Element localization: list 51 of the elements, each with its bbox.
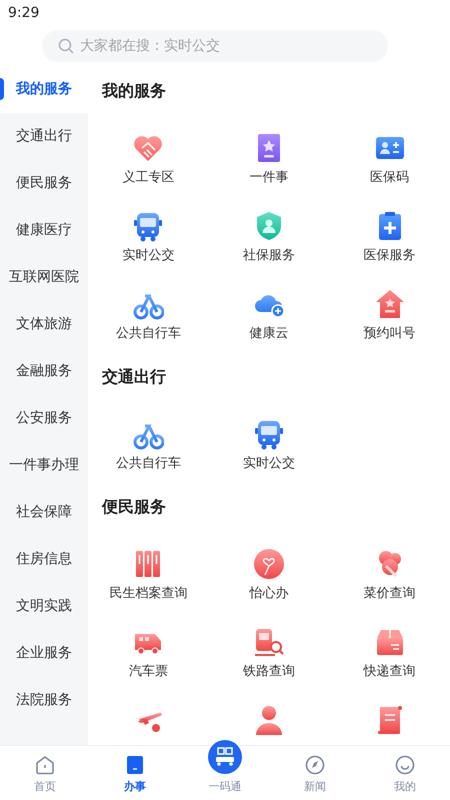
service-item[interactable]: 公共自行车 bbox=[116, 418, 181, 474]
section-title: 我的服务 bbox=[100, 80, 167, 102]
home-icon bbox=[34, 754, 56, 776]
service-item[interactable]: 怡心办 bbox=[249, 548, 288, 604]
section-title: 交通出行 bbox=[101, 366, 167, 388]
service-item[interactable]: 汽车票 bbox=[128, 626, 168, 682]
sidebar-item[interactable]: 互联网医院 bbox=[0, 254, 88, 301]
service-item[interactable]: 公共自行车 bbox=[116, 288, 181, 344]
heart-circle-icon bbox=[252, 548, 285, 580]
sidebar-item[interactable]: 文明实践 bbox=[0, 583, 88, 630]
service-item[interactable]: 一件事 bbox=[249, 132, 288, 188]
tab-item[interactable]: 我的 bbox=[360, 746, 450, 800]
tab-item[interactable]: 首页 bbox=[0, 746, 90, 800]
service-item[interactable]: 实时公交 bbox=[242, 418, 295, 474]
service-item[interactable]: 民生档案查询 bbox=[109, 548, 188, 604]
sidebar-item[interactable]: 法院服务 bbox=[0, 677, 88, 724]
service-item[interactable]: 义工专区 bbox=[122, 132, 174, 188]
sidebar-item[interactable]: 金融服务 bbox=[0, 348, 88, 395]
tab-item[interactable]: 新闻 bbox=[270, 746, 360, 800]
service-item[interactable]: 实时公交 bbox=[122, 210, 174, 266]
sidebar-item[interactable]: 住房信息 bbox=[0, 536, 88, 583]
sidebar-item[interactable]: 社会保障 bbox=[0, 489, 88, 536]
section-title: 便民服务 bbox=[100, 496, 167, 518]
service-item[interactable]: 菜价查询 bbox=[364, 548, 416, 604]
service-item[interactable]: 医保码 bbox=[370, 132, 410, 188]
smiley-icon bbox=[394, 754, 416, 776]
document-icon bbox=[124, 754, 146, 776]
sidebar-item[interactable]: 文体旅游 bbox=[0, 301, 88, 348]
sidebar-item[interactable]: 我的服务 bbox=[0, 66, 88, 113]
sidebar-item[interactable]: 便民服务 bbox=[0, 160, 88, 207]
sidebar-item[interactable]: 企业服务 bbox=[0, 630, 88, 677]
service-item[interactable]: 快递查询 bbox=[364, 626, 416, 682]
service-item[interactable]: 预约叫号 bbox=[364, 288, 416, 344]
bus-icon bbox=[132, 210, 164, 242]
bus-icon bbox=[252, 418, 285, 450]
search-icon bbox=[58, 38, 74, 54]
service-item[interactable]: 健康云 bbox=[249, 288, 288, 344]
compass-icon bbox=[304, 754, 326, 776]
tab-item[interactable]: 办事 bbox=[90, 746, 180, 800]
status-time: 9:29 bbox=[8, 4, 40, 22]
sidebar-item[interactable]: 公安服务 bbox=[0, 395, 88, 442]
service-item[interactable]: 医保服务 bbox=[364, 210, 416, 266]
sidebar-item[interactable]: 健康医疗 bbox=[0, 207, 88, 254]
tab-item[interactable]: 一码通 bbox=[180, 730, 270, 800]
house-icon bbox=[374, 288, 406, 320]
train-search-icon bbox=[252, 626, 285, 658]
sidebar-item[interactable]: 一件事办理 bbox=[0, 442, 88, 489]
search-field[interactable]: 大家都在搜：实时公交 bbox=[42, 30, 388, 62]
service-item[interactable]: 铁路查询 bbox=[242, 626, 295, 682]
sidebar-item[interactable]: 交通出行 bbox=[0, 113, 88, 160]
service-item[interactable]: 社保服务 bbox=[242, 210, 295, 266]
